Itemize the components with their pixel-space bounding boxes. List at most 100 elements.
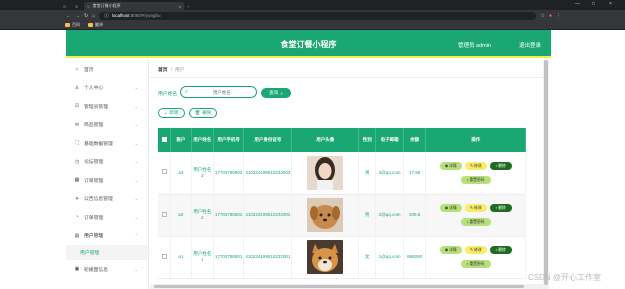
sidebar-item-profile[interactable]: ♙ 个人中心 ⌄: [66, 79, 148, 98]
row-checkbox[interactable]: [161, 211, 167, 217]
url-path: :8080/#/yonghu: [129, 13, 161, 18]
delete-button-label: 删除: [202, 110, 212, 115]
close-tab-icon[interactable]: ×: [179, 4, 181, 9]
users-icon: ▤: [74, 232, 80, 239]
detail-button[interactable]: ◉ 详情: [439, 204, 462, 212]
reload-icon[interactable]: ↻: [84, 13, 88, 19]
table-header-row: 账户 用户姓名 用户手机号 用户身份证号 用户头像 性别 电子邮箱 余额 操作: [158, 128, 526, 152]
edit-button[interactable]: ✎ 修改: [464, 204, 487, 212]
browser-tabbar: ⊙ ⊙ V 食堂订餐小程序 × + — □ ×: [0, 0, 625, 10]
search-label: 用户姓名: [158, 92, 178, 97]
page-margin-left: [0, 30, 66, 289]
browser-tab-inactive-2[interactable]: ⊙: [72, 2, 84, 10]
logout-link[interactable]: 退出登录: [519, 41, 541, 49]
edit-button[interactable]: ✎ 修改: [464, 246, 487, 254]
browser-tab-active[interactable]: V 食堂订餐小程序 ×: [84, 2, 184, 10]
bookmark-item[interactable]: 百科: [65, 22, 80, 28]
image-icon: ▣: [74, 266, 80, 273]
sidebar-item-home[interactable]: ⌂ 首页: [66, 60, 148, 79]
cell-id-card: 410224199610232001: [243, 236, 293, 279]
scrollbar-thumb[interactable]: [544, 60, 548, 285]
back-icon[interactable]: ←: [66, 13, 71, 19]
reset-password-button[interactable]: ▪ 重置密码: [460, 260, 491, 268]
sidebar-item-users[interactable]: ▤ 用户管理 ⌃: [66, 227, 148, 246]
reset-password-button[interactable]: ▪ 重置密码: [460, 218, 491, 226]
cell-avatar: [291, 152, 360, 195]
vertical-scrollbar[interactable]: [543, 60, 549, 289]
bookmark-label: 百科: [72, 22, 80, 27]
user-icon: ♙: [74, 84, 80, 91]
delete-button[interactable]: ▪ 删除: [489, 246, 512, 254]
search-icon: ⌕: [280, 90, 283, 96]
cell-id-card: 410224199610232003: [243, 152, 293, 195]
detail-button[interactable]: ◉ 详情: [439, 161, 462, 170]
delete-label: 删除: [498, 206, 506, 210]
search-button[interactable]: 查询 ⌕: [261, 88, 291, 98]
row-checkbox[interactable]: [161, 169, 167, 175]
folder-icon: [88, 23, 93, 27]
scrollbar-thumb[interactable]: [154, 285, 524, 288]
edit-button[interactable]: ✎ 修改: [464, 161, 487, 170]
sidebar-item-basic-data[interactable]: ⛶ 基础数据管理 ⌄: [66, 134, 148, 153]
sidebar-item-goods[interactable]: ✉ 商品管理 ⌄: [66, 116, 148, 135]
menu-icon[interactable]: ⋮: [556, 13, 561, 19]
sidebar-subitem-users[interactable]: 用户管理: [66, 245, 148, 260]
forward-icon[interactable]: →: [75, 13, 80, 19]
cell-balance: 17.86: [403, 152, 427, 195]
chevron-down-icon: ⌄: [134, 266, 138, 272]
search-input-wrapper[interactable]: ⌕: [180, 86, 257, 98]
cell-email: 1@qq.com: [375, 236, 404, 279]
eye-icon: ◉: [444, 163, 449, 168]
breadcrumb-home[interactable]: 首页: [158, 68, 168, 73]
trash-icon: ▪: [495, 248, 498, 252]
star-icon[interactable]: ☆: [540, 13, 544, 19]
sidebar-item-order-mgmt[interactable]: ◔ 订单管理 ⌄: [66, 208, 148, 227]
breadcrumb-current: 用户: [174, 68, 185, 73]
select-all-header[interactable]: [158, 128, 172, 152]
chevron-down-icon: ⌄: [134, 196, 138, 202]
profile-icon[interactable]: ●: [549, 13, 552, 19]
cell-account: a1: [170, 236, 192, 279]
sidebar-item-carousel[interactable]: ▣ 轮播图信息 ⌄: [66, 260, 148, 279]
delete-button[interactable]: ▪ 删除: [489, 161, 512, 170]
maximize-icon[interactable]: □: [592, 1, 595, 7]
breadcrumb: 首页 / 用户: [158, 66, 185, 73]
key-icon: ▪: [466, 220, 469, 224]
bookmark-item[interactable]: 翻译: [88, 22, 103, 28]
sidebar-item-forum[interactable]: ◷ 论坛管理 ⌄: [66, 153, 148, 172]
detail-label: 详情: [449, 206, 457, 210]
reset-password-button[interactable]: ▪ 重置密码: [460, 175, 491, 184]
detail-button[interactable]: ◉ 详情: [439, 246, 462, 254]
row-checkbox[interactable]: [161, 253, 167, 259]
search-input[interactable]: [191, 89, 252, 95]
sidebar-item-label: 用户管理: [84, 234, 104, 240]
forum-icon: ◷: [74, 158, 80, 165]
select-all-checkbox[interactable]: [161, 136, 167, 142]
goods-icon: ✉: [74, 121, 80, 128]
delete-label: 删除: [498, 248, 506, 252]
admin-icon: ☑: [74, 103, 80, 110]
url-field[interactable]: ⓘ localhost :8080/#/yonghu: [99, 11, 537, 20]
close-window-icon[interactable]: ×: [609, 1, 612, 7]
sidebar-item-label: 商品管理: [84, 123, 104, 129]
sidebar-item-notices[interactable]: ✈ 公告信息管理 ⌄: [66, 190, 148, 209]
browser-tab-inactive[interactable]: ⊙: [60, 2, 72, 10]
vue-logo-icon: V: [87, 3, 90, 9]
page-margin-right: [551, 30, 625, 289]
pencil-icon: ✎: [469, 248, 474, 252]
sidebar-item-label: 管理员管理: [84, 104, 108, 110]
home-nav-icon[interactable]: ⌂: [92, 13, 95, 19]
minimize-icon[interactable]: —: [575, 1, 580, 7]
new-tab-button[interactable]: +: [184, 2, 192, 10]
cell-phone: 17703786901: [213, 236, 245, 279]
add-button[interactable]: + 新增: [158, 108, 185, 118]
cell-balance: 899260: [403, 236, 427, 279]
cell-account: a2: [170, 194, 192, 237]
folder-icon: [65, 23, 70, 27]
horizontal-scrollbar[interactable]: [150, 284, 543, 289]
search-icon: ⌕: [185, 89, 188, 95]
sidebar-item-orders[interactable]: ▦ 订单管理 ⌄: [66, 171, 148, 190]
delete-button[interactable]: ▪ 删除: [489, 204, 512, 212]
sidebar-item-admin[interactable]: ☑ 管理员管理 ⌄: [66, 97, 148, 116]
batch-delete-button[interactable]: 🗑 删除: [189, 108, 217, 118]
